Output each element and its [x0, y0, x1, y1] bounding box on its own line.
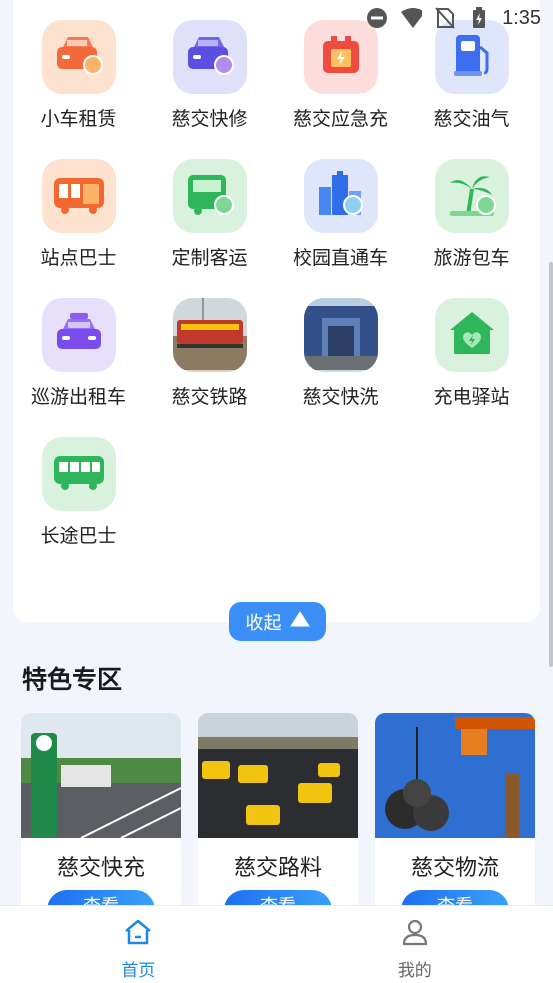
grid-item-quick-wash[interactable]: 慈交快洗 — [275, 298, 406, 409]
car-rental-icon — [53, 33, 105, 81]
grid-item-label: 慈交铁路 — [171, 386, 248, 408]
feature-card-quick-charge[interactable]: 慈交快充 查看 — [21, 713, 181, 923]
scrollbar[interactable] — [549, 262, 553, 667]
emergency-charge-icon — [317, 33, 365, 81]
feature-row: 慈交快充 查看 慈交路料 查看 慈交物流 查看 — [21, 713, 535, 923]
feature-card-road-material[interactable]: 慈交路料 查看 — [198, 713, 358, 923]
grid-item-station-bus[interactable]: 站点巴士 — [13, 159, 144, 270]
taxi-icon — [53, 311, 105, 359]
grid-item-label: 充电驿站 — [433, 386, 510, 408]
grid-item-label: 定制客运 — [171, 247, 248, 269]
grid-item-emergency-charge[interactable]: 慈交应急充 — [275, 20, 406, 131]
grid-item-label: 慈交快洗 — [302, 386, 379, 408]
nav-item-home[interactable]: 首页 — [0, 906, 277, 983]
nav-item-mine[interactable]: 我的 — [277, 906, 553, 983]
bus-icon — [51, 174, 107, 218]
grid-item-label: 旅游包车 — [433, 247, 510, 269]
nav-label-home: 首页 — [121, 961, 156, 981]
grid-item-label: 慈交应急充 — [292, 108, 388, 130]
user-icon — [400, 918, 430, 950]
custom-van-icon — [184, 171, 236, 221]
grid-item-charging-station[interactable]: 充电驿站 — [406, 298, 537, 409]
fuel-pump-icon — [450, 31, 494, 83]
grid-item-cruise-taxi[interactable]: 巡游出租车 — [13, 298, 144, 409]
road-material-photo — [198, 713, 358, 838]
quick-charge-photo — [21, 713, 181, 838]
grid-item-label: 慈交快修 — [171, 108, 248, 130]
battery-charging-icon — [468, 7, 490, 29]
nav-label-mine: 我的 — [397, 961, 432, 981]
car-wash-photo — [303, 298, 378, 372]
grid-item-custom-passenger[interactable]: 定制客运 — [144, 159, 275, 270]
status-bar: 1:35 — [0, 0, 553, 36]
grid-item-tour-charter[interactable]: 旅游包车 — [406, 159, 537, 270]
tour-palm-icon — [446, 169, 498, 223]
campus-bus-icon — [315, 169, 367, 223]
grid-item-campus-bus[interactable]: 校园直通车 — [275, 159, 406, 270]
grid-item-quick-repair[interactable]: 慈交快修 — [144, 20, 275, 131]
grid-item-label: 校园直通车 — [292, 247, 388, 269]
grid-item-long-distance-bus[interactable]: 长途巴士 — [13, 437, 144, 548]
car-repair-icon — [184, 33, 236, 81]
grid-item-label: 站点巴士 — [40, 247, 117, 269]
grid-item-railway[interactable]: 慈交铁路 — [144, 298, 275, 409]
coach-bus-icon — [51, 452, 107, 496]
logistics-photo — [375, 713, 535, 838]
triangle-up-icon — [290, 611, 310, 632]
grid-item-label: 巡游出租车 — [30, 386, 126, 408]
grid-item-label: 小车租赁 — [40, 108, 117, 130]
charging-station-icon — [446, 308, 498, 362]
feature-card-logistics[interactable]: 慈交物流 查看 — [375, 713, 535, 923]
grid-item-label: 长途巴士 — [40, 525, 117, 547]
no-sim-icon — [434, 7, 456, 29]
grid-item-fuel-gas[interactable]: 慈交油气 — [406, 20, 537, 131]
collapse-label: 收起 — [245, 612, 282, 634]
collapse-button[interactable]: 收起 — [229, 602, 326, 641]
grid-item-car-rental[interactable]: 小车租赁 — [13, 20, 144, 131]
services-grid: 小车租赁 慈交快修 慈交应急充 慈交油气 站点巴士 定制客运 校园直通车 旅游包… — [13, 20, 540, 548]
do-not-disturb-icon — [366, 7, 388, 29]
grid-item-label: 慈交油气 — [433, 108, 510, 130]
section-title: 特色专区 — [22, 665, 123, 694]
wifi-icon — [400, 7, 423, 29]
bottom-nav: 首页 我的 — [0, 905, 553, 983]
feature-name: 慈交物流 — [410, 856, 499, 881]
status-time: 1:35 — [502, 6, 541, 29]
feature-name: 慈交快充 — [56, 856, 145, 881]
home-icon — [123, 918, 153, 950]
feature-name: 慈交路料 — [233, 856, 322, 881]
railway-photo — [172, 298, 247, 372]
